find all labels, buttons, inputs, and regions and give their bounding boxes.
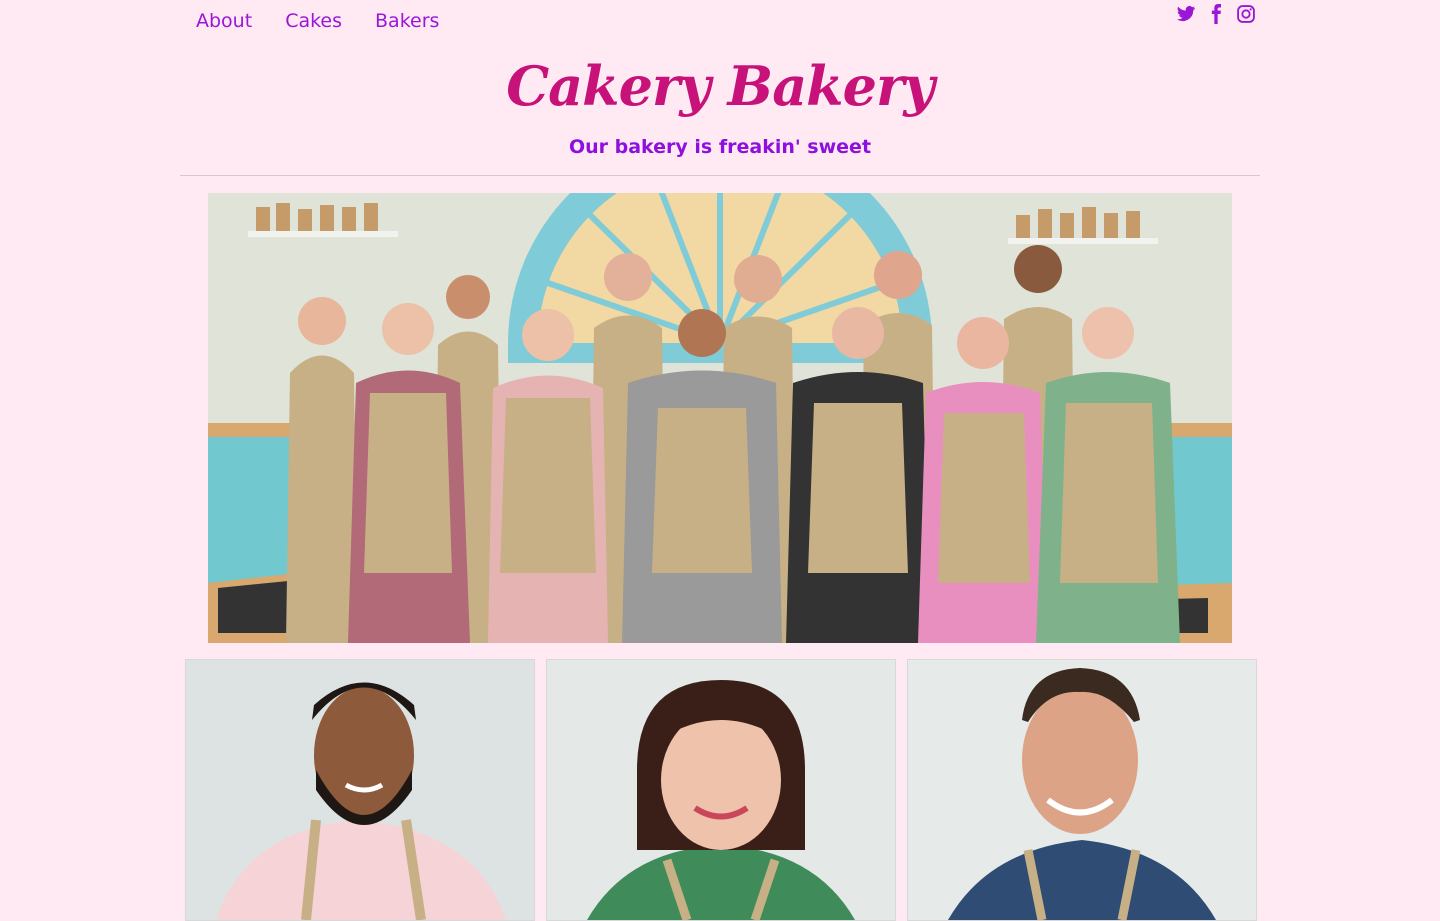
- site-title: Cakery Bakery: [506, 54, 935, 118]
- instagram-icon[interactable]: [1236, 4, 1256, 24]
- baker-card-3[interactable]: [907, 659, 1257, 921]
- baker-cards: [185, 659, 1257, 921]
- main-nav: About Cakes Bakers: [196, 10, 439, 32]
- nav-link-about[interactable]: About: [196, 10, 252, 32]
- site-tagline: Our bakery is freakin' sweet: [568, 136, 872, 158]
- twitter-icon[interactable]: [1176, 4, 1196, 24]
- header-divider: [180, 175, 1260, 176]
- page-container: About Cakes Bakers Cakery Bakery Our bak…: [180, 0, 1260, 921]
- baker-card-2[interactable]: [546, 659, 896, 921]
- baker-card-1[interactable]: [185, 659, 535, 921]
- nav-link-cakes[interactable]: Cakes: [285, 10, 342, 32]
- hero-bakers-photo: [208, 193, 1232, 643]
- social-links: [1176, 4, 1256, 24]
- nav-link-bakers[interactable]: Bakers: [375, 10, 439, 32]
- facebook-icon[interactable]: [1206, 4, 1226, 24]
